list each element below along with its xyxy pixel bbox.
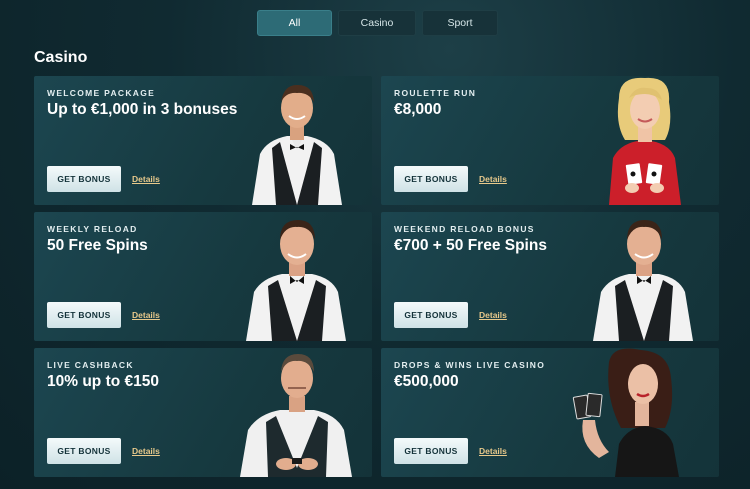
female-dealer-image <box>609 77 681 205</box>
details-link[interactable]: Details <box>132 174 160 184</box>
bonus-card-live-cashback: LIVE CASHBACK 10% up to €150 GET BONUS D… <box>34 348 372 477</box>
bonus-kicker: WEEKLY RELOAD <box>47 224 138 234</box>
details-link[interactable]: Details <box>479 310 507 320</box>
bonus-headline: Up to €1,000 in 3 bonuses <box>47 101 238 118</box>
bonus-headline: 50 Free Spins <box>47 237 148 254</box>
get-bonus-button[interactable]: GET BONUS <box>394 302 468 328</box>
bonus-headline: 10% up to €150 <box>47 373 159 390</box>
female-dealer-image <box>572 348 679 477</box>
get-bonus-button[interactable]: GET BONUS <box>47 438 121 464</box>
bonus-kicker: WELCOME PACKAGE <box>47 88 156 98</box>
bonus-card-weekly-reload: WEEKLY RELOAD 50 Free Spins GET BONUS De… <box>34 212 372 341</box>
tab-all[interactable]: All <box>257 10 332 36</box>
get-bonus-button[interactable]: GET BONUS <box>47 166 121 192</box>
bonus-kicker: LIVE CASHBACK <box>47 360 134 370</box>
bonus-kicker: ROULETTE RUN <box>394 88 477 98</box>
bonus-card-roulette-run: ROULETTE RUN €8,000 GET BONUS Details <box>381 76 719 205</box>
details-link[interactable]: Details <box>479 446 507 456</box>
male-dealer-image <box>593 220 693 341</box>
get-bonus-button[interactable]: GET BONUS <box>394 166 468 192</box>
bonus-card-drops-wins: DROPS & WINS LIVE CASINO €500,000 GET BO… <box>381 348 719 477</box>
tab-casino[interactable]: Casino <box>338 10 416 36</box>
category-tabs: All Casino Sport <box>257 10 498 36</box>
bonus-headline: €500,000 <box>394 373 459 390</box>
male-dealer-image <box>246 220 346 341</box>
get-bonus-button[interactable]: GET BONUS <box>47 302 121 328</box>
bonus-card-welcome-package: WELCOME PACKAGE Up to €1,000 in 3 bonuse… <box>34 76 372 205</box>
bonus-headline: €8,000 <box>394 101 442 118</box>
details-link[interactable]: Details <box>479 174 507 184</box>
male-dealer-image <box>252 84 342 205</box>
get-bonus-button[interactable]: GET BONUS <box>394 438 468 464</box>
bonus-kicker: DROPS & WINS LIVE CASINO <box>394 360 546 370</box>
bonus-headline: €700 + 50 Free Spins <box>394 237 547 254</box>
details-link[interactable]: Details <box>132 310 160 320</box>
tab-sport[interactable]: Sport <box>422 10 498 36</box>
section-title: Casino <box>34 49 88 66</box>
details-link[interactable]: Details <box>132 446 160 456</box>
bonus-card-weekend-reload: WEEKEND RELOAD BONUS €700 + 50 Free Spin… <box>381 212 719 341</box>
male-dealer-image <box>240 354 352 477</box>
bonus-kicker: WEEKEND RELOAD BONUS <box>394 224 535 234</box>
